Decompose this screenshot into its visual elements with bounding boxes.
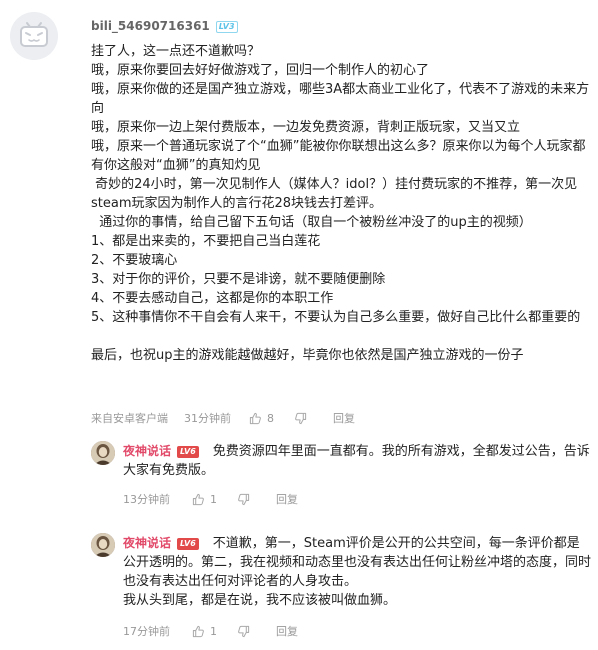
thumb-up-icon <box>192 493 204 505</box>
reply-text: 夜神说话 LV6 免费资源四年里面一直都有。我的所有游戏，全都发过公告，告诉大家有免… <box>123 442 591 480</box>
reply-button[interactable]: 回复 <box>276 491 298 507</box>
username[interactable]: bili_54690716361 <box>91 19 210 33</box>
thumb-down-icon <box>238 493 250 505</box>
like-button[interactable]: 1 <box>192 625 217 638</box>
comment-paragraph: 通过你的事情，给自己留下五句话（取自一个被粉丝冲没了的up主的视频） <box>91 215 532 230</box>
comment-meta: 来自安卓客户端 31分钟前 8 回复 <box>91 410 355 426</box>
tv-mascot-icon <box>10 12 58 60</box>
level-badge: LV6 <box>177 445 199 458</box>
client-source: 来自安卓客户端 <box>91 412 168 425</box>
avatar[interactable] <box>91 533 115 557</box>
username[interactable]: 夜神说话 <box>123 444 171 458</box>
reply-item: 夜神说话 LV6 不道歉，第一，Steam评价是公开的公共空间，每一条评价都是公开透… <box>91 533 591 623</box>
like-count: 1 <box>210 492 217 506</box>
level-badge: LV6 <box>177 537 199 550</box>
reply-text: 夜神说话 LV6 不道歉，第一，Steam评价是公开的公共空间，每一条评价都是公开透… <box>123 534 591 610</box>
dislike-button[interactable] <box>294 412 307 425</box>
comment-paragraph: 1、都是出来卖的，不要把自己当白莲花 <box>91 234 321 249</box>
comment-time: 31分钟前 <box>184 412 231 425</box>
thumb-down-icon <box>295 412 307 424</box>
comment-author: bili_54690716361 LV3 <box>91 19 238 33</box>
dislike-button[interactable] <box>237 625 250 638</box>
reply-button[interactable]: 回复 <box>276 623 298 639</box>
comment-paragraph: 3、对于你的评价，只要不是诽谤，就不要随便删除 <box>91 272 386 287</box>
username[interactable]: 夜神说话 <box>123 536 171 550</box>
thumb-up-icon <box>192 625 204 637</box>
comment-paragraph: 哦，原来你一边上架付费版本，一边发免费资源，背刺正版玩家，又当又立 <box>91 120 521 135</box>
comment-paragraph: 5、这种事情你不干自会有人来干，不要认为自己多么重要，做好自己比什么都重要的 <box>91 310 581 325</box>
comment-paragraph: 哦，原来你做的还是国产独立游戏，哪些3A都太商业工业化了，代表不了游戏的未来方向 <box>91 82 590 116</box>
comment-paragraph: 哦，原来一个普通玩家说了个“血狮”能被你你联想出这么多？原来你以为每个人玩家都有… <box>91 139 586 173</box>
comment-paragraph: 2、不要玻璃心 <box>91 253 178 268</box>
portrait-icon <box>91 533 115 557</box>
comment-paragraph: 奇妙的24小时，第一次见制作人（媒体人？idol？）挂付费玩家的不推荐，第一次见… <box>91 177 578 211</box>
reply-button[interactable]: 回复 <box>333 410 355 426</box>
like-count: 8 <box>267 411 274 425</box>
like-button[interactable]: 8 <box>249 412 274 425</box>
dislike-button[interactable] <box>237 493 250 506</box>
reply-meta: 13分钟前 1 回复 <box>123 491 298 507</box>
comment-paragraph: 4、不要去感动自己，这都是你的本职工作 <box>91 291 334 306</box>
like-count: 1 <box>210 624 217 638</box>
reply-time: 13分钟前 <box>123 493 170 506</box>
thumb-up-icon <box>249 412 261 424</box>
level-badge: LV3 <box>215 20 238 33</box>
portrait-icon <box>91 441 115 465</box>
comment-paragraph <box>91 327 591 346</box>
reply-meta: 17分钟前 1 回复 <box>123 623 298 639</box>
avatar[interactable] <box>10 12 58 60</box>
thumb-down-icon <box>238 625 250 637</box>
avatar[interactable] <box>91 441 115 465</box>
like-button[interactable]: 1 <box>192 493 217 506</box>
comment-text: 挂了人，这一点还不道歉吗？ 哦，原来你要回去好好做游戏了，回归一个制作人的初心了… <box>91 42 591 365</box>
reply-time: 17分钟前 <box>123 625 170 638</box>
comment-paragraph: 最后，也祝up主的游戏能越做越好，毕竟你也依然是国产独立游戏的一份子 <box>91 348 524 363</box>
comment-paragraph: 哦，原来你要回去好好做游戏了，回归一个制作人的初心了 <box>91 63 430 78</box>
comment-paragraph: 挂了人，这一点还不道歉吗？ <box>91 44 261 59</box>
